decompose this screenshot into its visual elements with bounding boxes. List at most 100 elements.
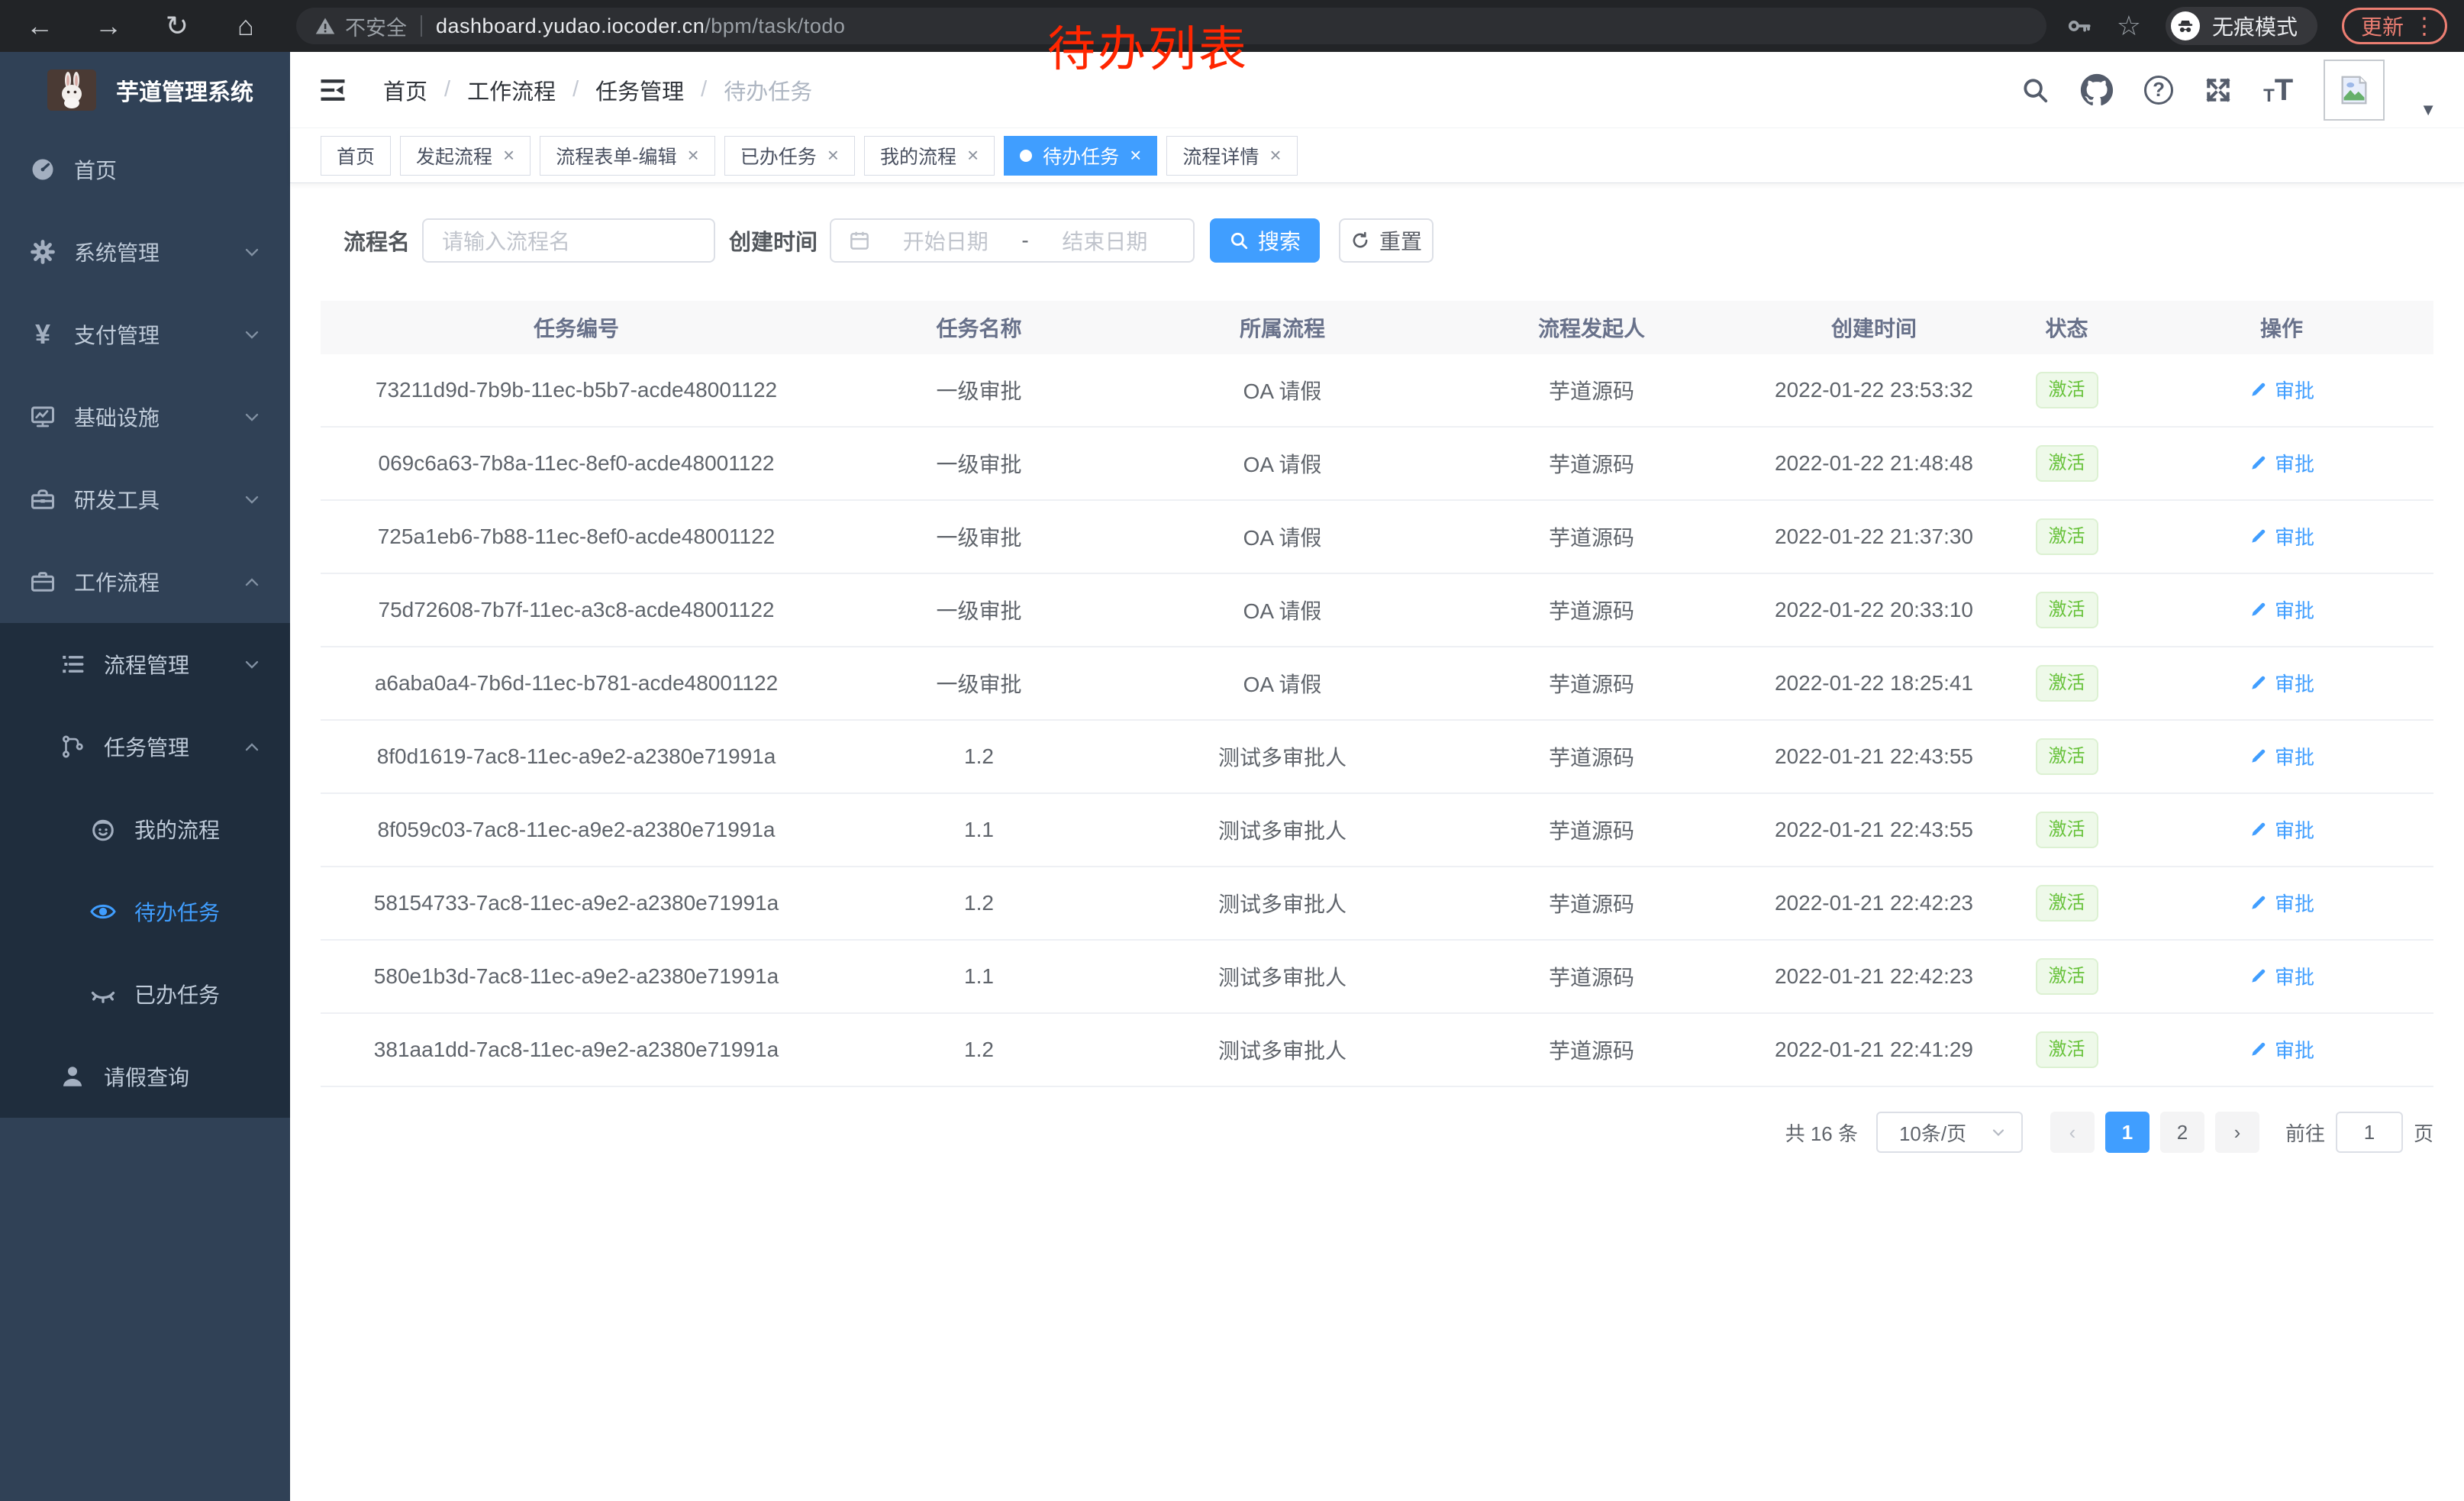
sidebar-item-label: 我的流程	[134, 814, 220, 844]
browser-back-icon[interactable]: ←	[23, 10, 56, 42]
font-size-icon[interactable]: TT	[2263, 75, 2293, 105]
browser-reload-icon[interactable]: ↻	[160, 10, 194, 42]
page-unit-label: 页	[2414, 1118, 2433, 1147]
tab-process-detail[interactable]: 流程详情 ×	[1166, 136, 1297, 176]
process-name-input[interactable]: 请输入流程名	[422, 218, 715, 263]
bookmark-star-icon[interactable]: ☆	[2117, 10, 2141, 42]
key-icon[interactable]	[2066, 13, 2092, 39]
sidebar-item-system-management[interactable]: 系统管理	[0, 211, 290, 293]
goto-page-input[interactable]: 1	[2336, 1112, 2403, 1153]
github-icon[interactable]	[2080, 73, 2114, 107]
search-icon[interactable]	[2021, 76, 2050, 105]
tab-done-tasks[interactable]: 已办任务×	[724, 136, 855, 176]
tab-initiate-process[interactable]: 发起流程×	[400, 136, 531, 176]
page-size-select[interactable]: 10条/页	[1876, 1112, 2023, 1153]
process-cell: 测试多审批人	[1126, 961, 1439, 992]
sidebar-item-payment-management[interactable]: ¥支付管理	[0, 293, 290, 376]
page-button-2[interactable]: 2	[2160, 1112, 2204, 1153]
approve-label: 审批	[2275, 962, 2314, 990]
address-bar[interactable]: 不安全 dashboard.yudao.iocoder.cn/bpm/task/…	[296, 8, 2046, 44]
app-logo-rabbit	[47, 69, 96, 111]
sidebar-item-infrastructure[interactable]: 基础设施	[0, 376, 290, 458]
approve-button[interactable]: 审批	[2249, 742, 2314, 770]
task-id-cell: 381aa1dd-7ac8-11ec-a9e2-a2380e71991a	[321, 1038, 832, 1062]
date-range-input[interactable]: 开始日期 - 结束日期	[830, 218, 1195, 263]
created-time-cell: 2022-01-22 20:33:10	[1744, 598, 2004, 622]
browser-forward-icon[interactable]: →	[92, 10, 125, 42]
sidebar-item-process-management[interactable]: 流程管理	[0, 623, 290, 705]
browser-home-icon[interactable]: ⌂	[229, 10, 263, 42]
breadcrumb-workflow[interactable]: 工作流程	[467, 74, 556, 106]
sidebar-logo-row[interactable]: 芋道管理系统	[0, 52, 290, 128]
security-warning-icon[interactable]	[314, 15, 336, 37]
pencil-icon	[2249, 893, 2269, 912]
approve-label: 审批	[2275, 522, 2314, 550]
tab-label: 流程详情	[1182, 142, 1259, 169]
approve-button[interactable]: 审批	[2249, 669, 2314, 697]
approve-button[interactable]: 审批	[2249, 596, 2314, 624]
approve-button[interactable]: 审批	[2249, 889, 2314, 917]
table-row: 75d72608-7b7f-11ec-a3c8-acde48001122一级审批…	[321, 574, 2433, 647]
update-label[interactable]: 更新	[2361, 11, 2404, 41]
reset-button[interactable]: 重置	[1339, 218, 1434, 263]
approve-button[interactable]: 审批	[2249, 522, 2314, 550]
tab-label: 流程表单-编辑	[556, 142, 676, 169]
avatar[interactable]	[2324, 60, 2385, 121]
created-time-cell: 2022-01-21 22:43:55	[1744, 744, 2004, 769]
sidebar-item-label: 工作流程	[74, 567, 160, 597]
tab-close-icon[interactable]: ×	[827, 144, 839, 167]
initiator-cell: 芋道源码	[1439, 668, 1744, 699]
approve-label: 审批	[2275, 376, 2314, 404]
next-page-button[interactable]: ›	[2215, 1112, 2259, 1153]
sidebar-collapse-icon[interactable]	[318, 75, 348, 105]
pencil-icon	[2249, 453, 2269, 473]
tab-close-icon[interactable]: ×	[967, 144, 979, 167]
sidebar-item-task-management[interactable]: 任务管理	[0, 705, 290, 788]
approve-button[interactable]: 审批	[2249, 962, 2314, 990]
sidebar-item-done-tasks[interactable]: 已办任务	[0, 953, 290, 1035]
prev-page-button[interactable]: ‹	[2050, 1112, 2095, 1153]
tab-close-icon[interactable]: ×	[1130, 144, 1141, 167]
tab-close-icon[interactable]: ×	[503, 144, 514, 167]
status-badge: 激活	[2036, 518, 2098, 556]
approve-button[interactable]: 审批	[2249, 815, 2314, 844]
fullscreen-icon[interactable]	[2204, 76, 2233, 105]
approve-button[interactable]: 审批	[2249, 1035, 2314, 1064]
start-date-placeholder[interactable]: 开始日期	[874, 225, 1017, 256]
initiator-cell: 芋道源码	[1439, 888, 1744, 918]
tab-my-process[interactable]: 我的流程 ×	[864, 136, 995, 176]
process-cell: 测试多审批人	[1126, 741, 1439, 772]
approve-button[interactable]: 审批	[2249, 449, 2314, 477]
sidebar-item-todo-tasks[interactable]: 待办任务	[0, 870, 290, 953]
browser-menu-dots-icon[interactable]: ⋮	[2413, 13, 2436, 40]
approve-button[interactable]: 审批	[2249, 376, 2314, 404]
breadcrumb-task-management[interactable]: 任务管理	[595, 74, 684, 106]
status-badge: 激活	[2036, 1031, 2098, 1069]
select-chevron-down-icon	[1989, 1123, 2008, 1141]
tab-label: 我的流程	[880, 142, 956, 169]
end-date-placeholder[interactable]: 结束日期	[1034, 225, 1176, 256]
tab-close-icon[interactable]: ×	[688, 144, 699, 167]
tab-home[interactable]: 首页	[321, 136, 391, 176]
search-button[interactable]: 搜索	[1210, 218, 1320, 263]
tab-close-icon[interactable]: ×	[1269, 144, 1281, 167]
breadcrumb-home[interactable]: 首页	[383, 74, 427, 106]
sidebar-item-home[interactable]: 首页	[0, 128, 290, 211]
page-button-1[interactable]: 1	[2105, 1112, 2150, 1153]
sidebar-item-dev-tools[interactable]: 研发工具	[0, 458, 290, 541]
pencil-icon	[2249, 379, 2269, 399]
sidebar-item-my-process[interactable]: 我的流程	[0, 788, 290, 870]
sidebar-item-leave-query[interactable]: 请假查询	[0, 1035, 290, 1118]
flow-icon	[55, 734, 90, 760]
initiator-cell: 芋道源码	[1439, 741, 1744, 772]
table-row: 580e1b3d-7ac8-11ec-a9e2-a2380e71991a1.1测…	[321, 941, 2433, 1014]
browser-update-button[interactable]: 更新 ⋮	[2342, 8, 2447, 44]
avatar-caret-down-icon[interactable]: ▼	[2420, 100, 2437, 120]
tab-process-form-edit[interactable]: 流程表单-编辑 ×	[540, 136, 715, 176]
omnibox-divider	[421, 15, 422, 37]
process-cell: OA 请假	[1126, 668, 1439, 699]
tab-todo-tasks[interactable]: 待办任务×	[1004, 136, 1157, 176]
security-label[interactable]: 不安全	[345, 11, 407, 41]
sidebar-item-workflow[interactable]: 工作流程	[0, 541, 290, 623]
help-icon[interactable]: ?	[2144, 76, 2173, 105]
